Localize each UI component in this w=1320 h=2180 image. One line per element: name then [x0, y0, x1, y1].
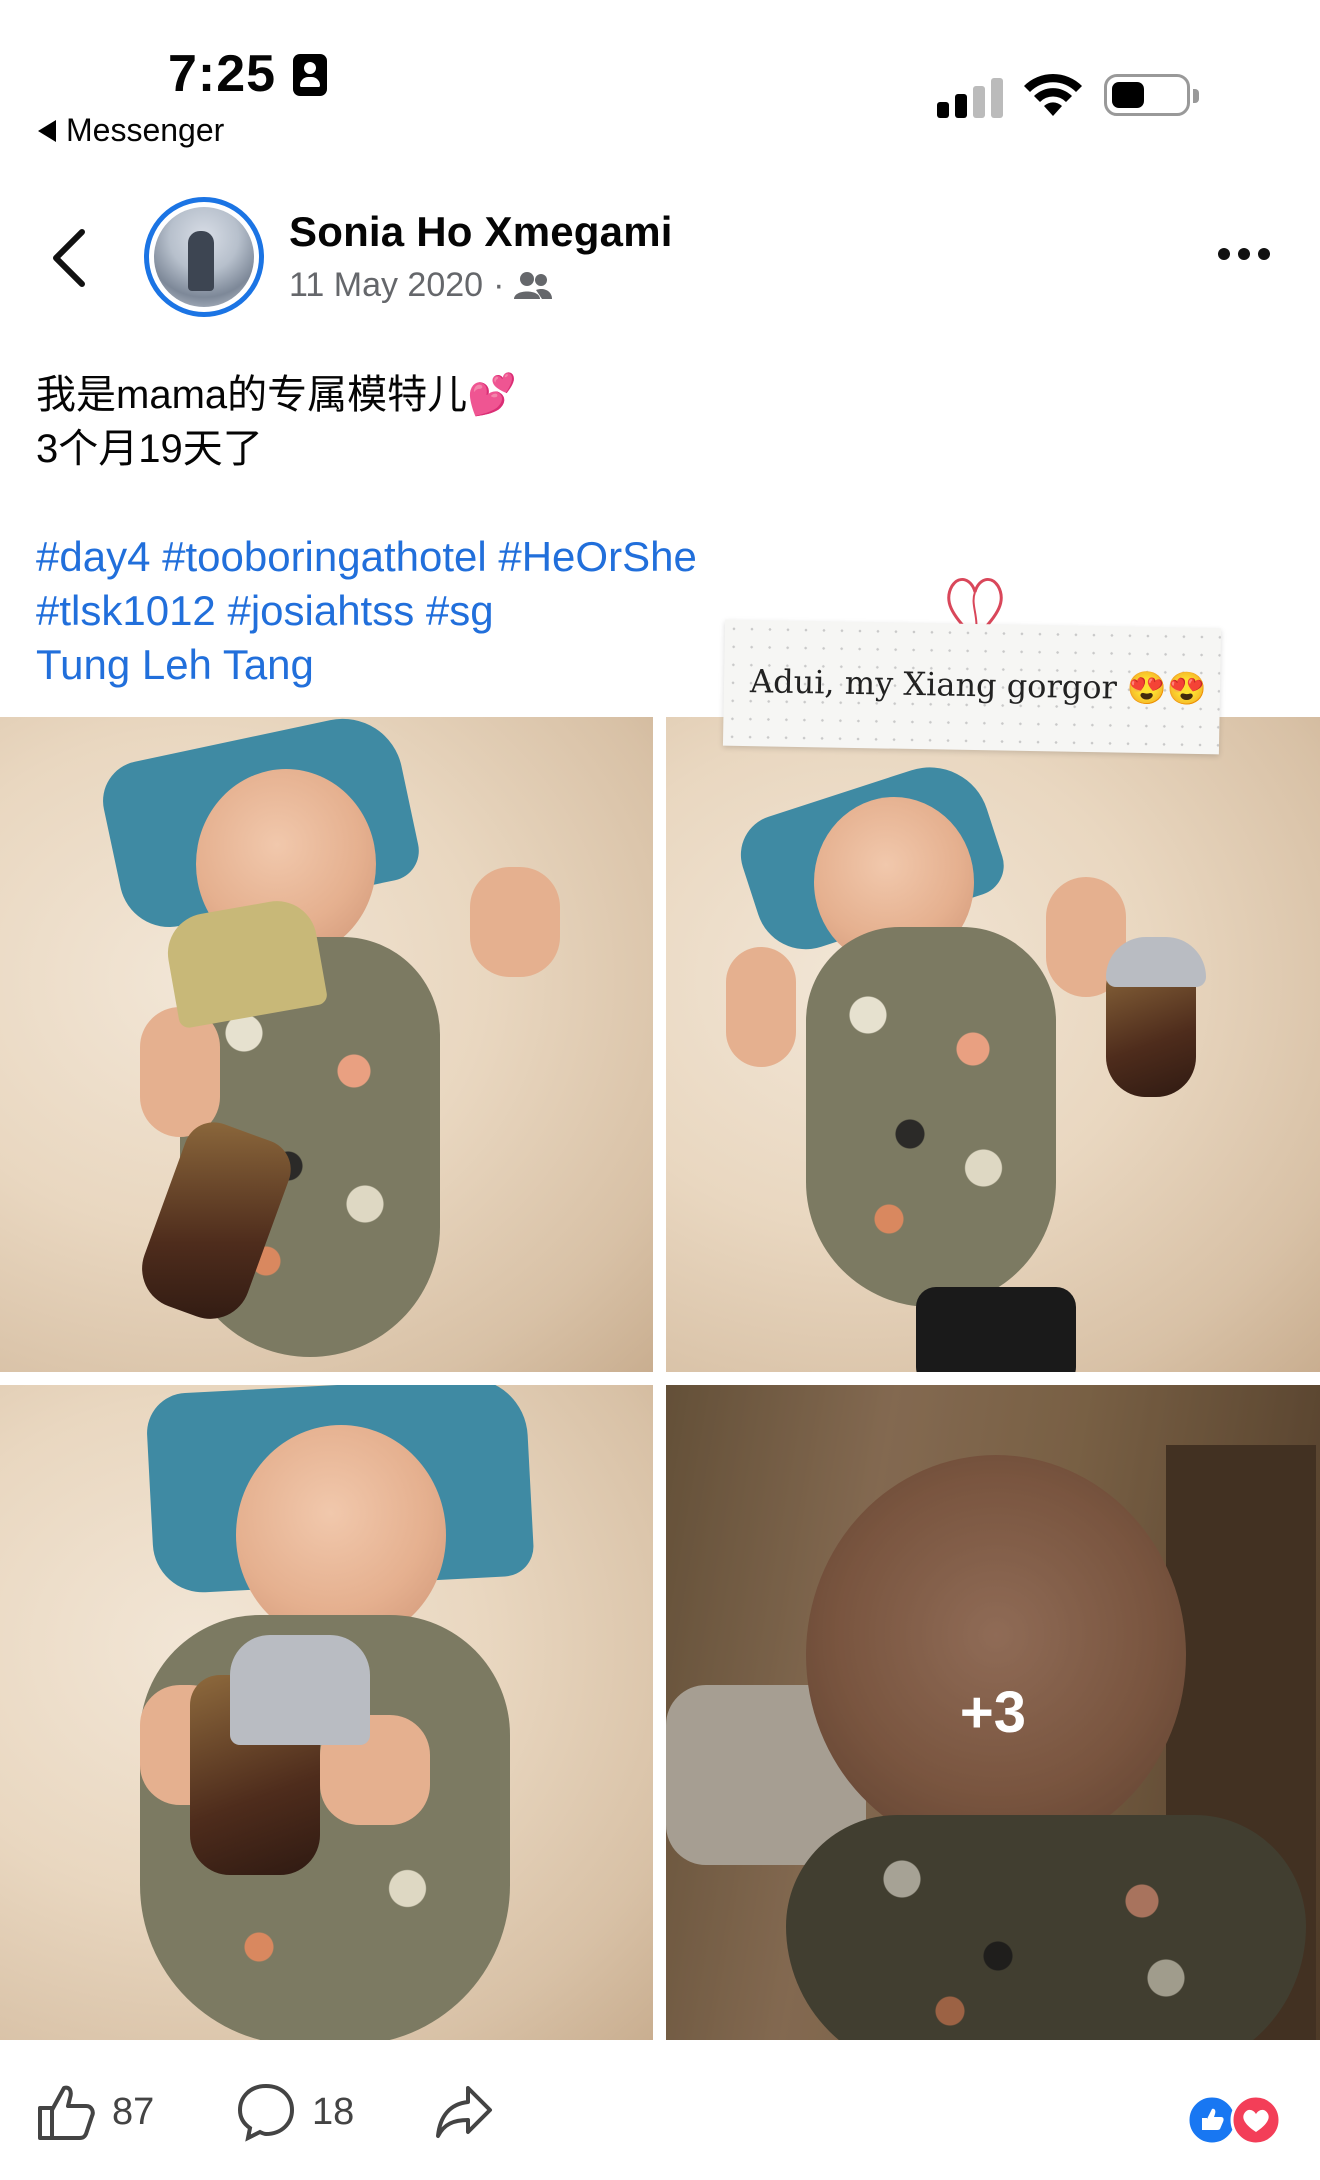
friends-icon — [514, 271, 553, 299]
comment-button[interactable]: 18 — [236, 2082, 354, 2142]
clock: 7:25 — [168, 45, 277, 103]
text-sticker: Adui, my Xiang gorgor 😍😍 — [722, 619, 1222, 755]
status-bar: 7:25 Messenger — [0, 0, 1320, 150]
avatar-image — [154, 207, 254, 307]
action-bar: 87 18 — [0, 2070, 1320, 2170]
back-triangle-icon — [38, 119, 56, 142]
caption-line: 我是mama的专属模特儿💕 — [36, 373, 517, 417]
comment-count: 18 — [312, 2090, 355, 2133]
photo-1[interactable] — [0, 717, 653, 1372]
photo-3[interactable] — [0, 1385, 653, 2040]
back-chevron-icon[interactable] — [48, 228, 94, 288]
caption-line: 3个月19天了 — [36, 427, 263, 471]
back-to-app-link[interactable]: Messenger — [38, 112, 224, 149]
more-photos-count[interactable]: +3 — [666, 1385, 1320, 2040]
author-avatar[interactable] — [144, 197, 264, 317]
sticker-text: Adui, my Xiang gorgor 😍😍 — [749, 662, 1208, 709]
contact-card-icon — [293, 54, 327, 96]
post-date[interactable]: 11 May 2020 — [289, 266, 483, 305]
photo-4[interactable]: +3 — [666, 1385, 1320, 2040]
photo-grid: +3 — [0, 717, 1320, 2040]
reactions-summary[interactable] — [1186, 2094, 1286, 2146]
post-meta: 11 May 2020 · — [289, 266, 553, 305]
meta-separator: · — [493, 266, 505, 304]
cellular-signal-icon — [937, 72, 1003, 118]
like-count: 87 — [112, 2090, 155, 2133]
post-caption: 我是mama的专属模特儿💕 3个月19天了 — [36, 368, 1286, 476]
comment-bubble-icon — [237, 2083, 295, 2142]
like-button[interactable]: 87 — [36, 2082, 154, 2142]
share-arrow-icon — [436, 2086, 492, 2138]
back-app-label: Messenger — [66, 112, 225, 148]
wifi-icon — [1024, 73, 1082, 116]
share-button[interactable] — [434, 2082, 494, 2142]
battery-icon — [1104, 74, 1199, 116]
hashtag-line[interactable]: #day4 #tooboringathotel #HeOrShe — [36, 530, 1286, 584]
more-options-icon[interactable] — [1218, 248, 1270, 260]
photo-2[interactable] — [666, 717, 1320, 1372]
author-name[interactable]: Sonia Ho Xmegami — [289, 208, 673, 256]
thumbs-up-icon — [38, 2085, 95, 2140]
